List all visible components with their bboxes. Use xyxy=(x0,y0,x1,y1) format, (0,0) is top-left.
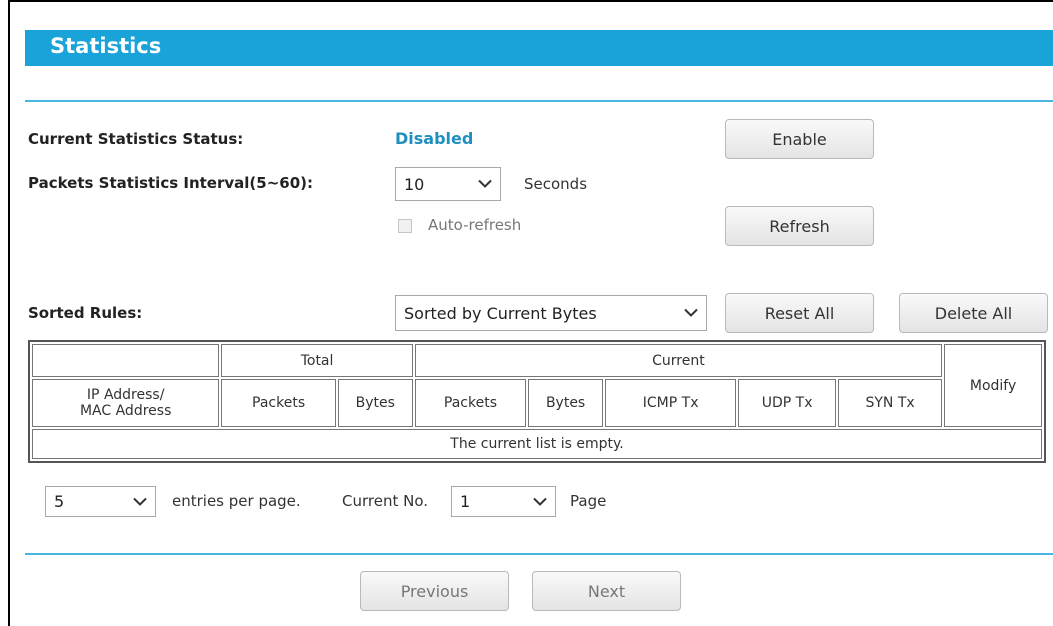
table-columns-row: IP Address/ MAC Address Packets Bytes Pa… xyxy=(32,379,1042,427)
previous-button[interactable]: Previous xyxy=(360,571,509,611)
sort-select[interactable]: Sorted by Current Bytes xyxy=(395,295,707,331)
chevron-down-icon xyxy=(533,497,547,506)
table-header-row: Total Current Modify xyxy=(32,344,1042,427)
icmp-tx-header: ICMP Tx xyxy=(605,379,737,427)
ip-address-label: IP Address/ xyxy=(86,387,165,403)
reset-all-button[interactable]: Reset All xyxy=(725,293,874,333)
entries-per-page-select[interactable]: 5 xyxy=(45,486,156,517)
ip-mac-header: IP Address/ MAC Address xyxy=(32,379,220,427)
refresh-button[interactable]: Refresh xyxy=(725,206,874,246)
interval-value: 10 xyxy=(404,174,425,194)
page-title: Statistics xyxy=(50,34,162,58)
interval-label: Packets Statistics Interval(5~60): xyxy=(28,174,313,192)
total-packets-header: Packets xyxy=(221,379,336,427)
syn-tx-header: SYN Tx xyxy=(838,379,943,427)
total-bytes-header: Bytes xyxy=(337,379,413,427)
auto-refresh-label: Auto-refresh xyxy=(428,216,522,234)
divider-top xyxy=(25,100,1053,102)
interval-select[interactable]: 10 xyxy=(395,167,501,201)
page-label: Page xyxy=(570,492,607,510)
auto-refresh-checkbox[interactable] xyxy=(398,219,412,233)
divider-bottom xyxy=(25,553,1053,555)
table-row: The current list is empty. xyxy=(32,429,1042,459)
current-no-label: Current No. xyxy=(342,492,429,510)
current-page-value: 1 xyxy=(460,492,471,511)
modify-header: Modify xyxy=(944,344,1042,427)
window-border-left xyxy=(8,0,10,626)
statistics-table: Total Current Modify IP Address/ MAC Add… xyxy=(28,340,1046,463)
chevron-down-icon xyxy=(684,308,698,317)
sort-value: Sorted by Current Bytes xyxy=(404,303,597,323)
chevron-down-icon xyxy=(133,497,147,506)
empty-list-message: The current list is empty. xyxy=(32,429,1042,459)
udp-tx-header: UDP Tx xyxy=(738,379,837,427)
current-page-select[interactable]: 1 xyxy=(451,486,556,517)
entries-value: 5 xyxy=(54,492,65,511)
next-button[interactable]: Next xyxy=(532,571,681,611)
status-label: Current Statistics Status: xyxy=(28,130,244,148)
current-group-header: Current xyxy=(414,344,943,377)
current-bytes-header: Bytes xyxy=(528,379,604,427)
delete-all-button[interactable]: Delete All xyxy=(899,293,1048,333)
total-group-header: Total xyxy=(221,344,413,377)
mac-address-label: MAC Address xyxy=(79,403,172,419)
window-border-top xyxy=(8,0,1053,2)
title-bar: Statistics xyxy=(25,30,1053,66)
enable-button[interactable]: Enable xyxy=(725,119,874,159)
chevron-down-icon xyxy=(478,179,492,188)
empty-header-cell xyxy=(32,344,220,377)
entries-per-page-label: entries per page. xyxy=(172,492,301,510)
sorted-rules-label: Sorted Rules: xyxy=(28,304,143,322)
current-packets-header: Packets xyxy=(414,379,527,427)
status-value: Disabled xyxy=(395,129,474,148)
interval-unit: Seconds xyxy=(524,175,588,193)
